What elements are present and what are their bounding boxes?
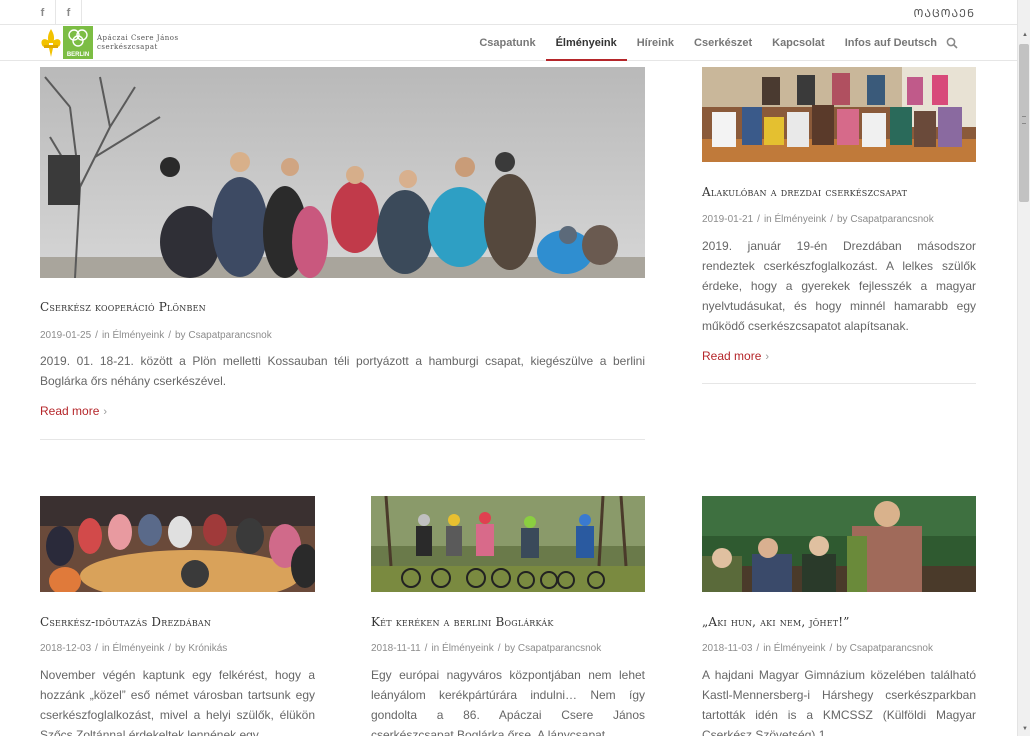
read-more-link[interactable]: Read more › xyxy=(40,404,107,418)
search-button[interactable] xyxy=(937,25,967,61)
scrollbar-grip xyxy=(1022,116,1026,124)
divider xyxy=(702,383,976,384)
facebook-icon[interactable]: f xyxy=(56,0,82,25)
chevron-right-icon: › xyxy=(103,406,108,418)
scroll-down-icon[interactable]: ▼ xyxy=(1022,726,1028,732)
post-author[interactable]: Csapatparancsnok xyxy=(850,643,933,654)
post-date: 2018-11-03 xyxy=(702,643,753,654)
nav-item-csapatunk[interactable]: Csapatunk xyxy=(469,25,545,61)
clover-icon xyxy=(68,29,88,47)
post-image-hun[interactable] xyxy=(702,496,976,592)
post-meta: 2018-11-11/in Élményeink / by Csapatparanc… xyxy=(371,643,602,654)
site-header: BERLIN Apáczai Csere János cserkészcsapa… xyxy=(0,25,1017,61)
post-author[interactable]: Csapatparancsnok xyxy=(518,643,601,654)
post-image-plon[interactable] xyxy=(40,67,645,278)
divider xyxy=(40,439,645,440)
post-excerpt: 2019. 01. 18-21. között a Plön melletti … xyxy=(40,354,645,388)
nav-item-cserkeszet[interactable]: Cserkészet xyxy=(684,25,762,61)
read-more-link[interactable]: Read more › xyxy=(702,349,769,363)
post-category[interactable]: Élményeink xyxy=(113,330,165,341)
facebook-icon[interactable]: f xyxy=(30,0,56,25)
logo-text: Apáczai Csere János cserkészcsapat xyxy=(97,34,179,52)
logo-line2: cserkészcsapat xyxy=(97,42,158,51)
site-logo[interactable]: BERLIN Apáczai Csere János cserkészcsapa… xyxy=(40,26,179,59)
post-title[interactable]: „Aki hun, aki nem, jöhet!” xyxy=(702,615,850,629)
post-title[interactable]: Cserkész kooperáció Plönben xyxy=(40,300,206,314)
logo-line1: Apáczai Csere János xyxy=(97,33,179,42)
post-date: 2019-01-25 xyxy=(40,330,92,341)
post-excerpt: Egy európai nagyváros központjában nem l… xyxy=(371,668,645,736)
search-icon xyxy=(946,37,958,49)
berlin-badge: BERLIN xyxy=(63,26,93,59)
post-excerpt: 2019. január 19-én Drezdában másodszor r… xyxy=(702,239,976,333)
post-date: 2018-11-11 xyxy=(371,643,421,654)
post-meta: 2019-01-25/in Élményeink / by Csapatparanc… xyxy=(40,330,272,341)
main-nav: Csapatunk Élményeink Híreink Cserkészet … xyxy=(469,25,947,61)
post-meta: 2018-12-03/in Élményeink / by Krónikás xyxy=(40,643,228,654)
post-title[interactable]: Két keréken a berlini Boglárkák xyxy=(371,615,554,629)
post-title[interactable]: Cserkész-időutazás Drezdában xyxy=(40,615,211,629)
fleur-de-lis-icon xyxy=(41,28,61,57)
post-excerpt: November végén kaptunk egy felkérést, ho… xyxy=(40,668,315,736)
post-title[interactable]: Alakulóban a drezdai cserkészcsapat xyxy=(702,185,907,199)
nav-item-elmenyeink[interactable]: Élményeink xyxy=(545,25,627,61)
post-category[interactable]: Élményeink xyxy=(442,643,494,654)
post-image-idoutazas[interactable] xyxy=(40,496,315,592)
post-meta: 2018-11-03/in Élményeink / by Csapatparanc… xyxy=(702,643,933,654)
post-category[interactable]: Élményeink xyxy=(774,643,826,654)
post-date: 2019-01-21 xyxy=(702,214,754,225)
scroll-up-icon[interactable]: ▲ xyxy=(1022,32,1028,38)
post-image-drezda[interactable] xyxy=(702,67,976,162)
page-scrollbar[interactable]: ▲ ▼ xyxy=(1017,0,1030,736)
post-image-bicikli[interactable] xyxy=(371,496,645,592)
badge-label: BERLIN xyxy=(66,52,90,58)
post-meta: 2019-01-21/in Élményeink / by Csapatparanc… xyxy=(702,214,934,225)
nav-item-infos-auf-deutsch[interactable]: Infos auf Deutsch xyxy=(835,25,947,61)
post-date: 2018-12-03 xyxy=(40,643,92,654)
nav-item-kapcsolat[interactable]: Kapcsolat xyxy=(762,25,835,61)
post-author[interactable]: Csapatparancsnok xyxy=(850,214,933,225)
post-author[interactable]: Csapatparancsnok xyxy=(188,330,271,341)
language-switch[interactable]: ᲝᲐᲪᲝᲐᲔᲜ xyxy=(913,6,975,21)
post-author[interactable]: Krónikás xyxy=(188,643,227,654)
post-excerpt: A hajdani Magyar Gimnázium közelében tal… xyxy=(702,668,976,736)
chevron-right-icon: › xyxy=(765,351,770,363)
post-category[interactable]: Élményeink xyxy=(113,643,165,654)
post-category[interactable]: Élményeink xyxy=(775,214,827,225)
top-social-bar: f f ᲝᲐᲪᲝᲐᲔᲜ xyxy=(0,0,1017,25)
nav-item-hireink[interactable]: Híreink xyxy=(627,25,684,61)
